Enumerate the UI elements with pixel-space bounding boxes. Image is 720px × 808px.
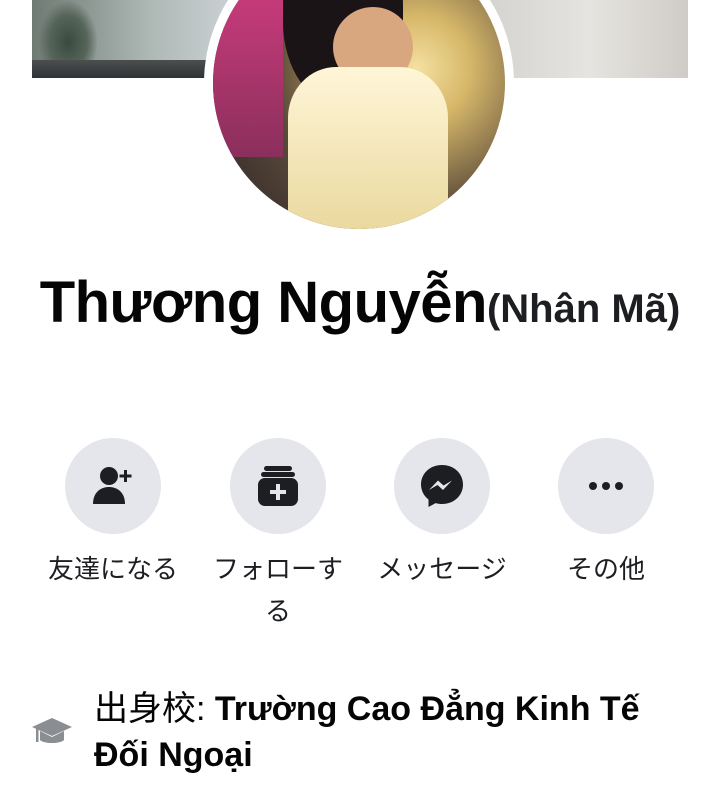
follow-circle[interactable] — [230, 438, 326, 534]
more-icon — [589, 482, 623, 490]
education-prefix: 出身校: — [94, 690, 206, 728]
profile-alternate-name: (Nhân Mã) — [486, 287, 681, 331]
message-circle[interactable] — [394, 438, 490, 534]
avatar-background — [213, 0, 283, 157]
profile-actions: 友達になる フォローする メッセージ その他 — [0, 438, 720, 638]
more-button[interactable]: その他 — [531, 438, 681, 590]
profile-name: Thương Nguyễn(Nhân Mã) — [0, 270, 720, 337]
add-friend-label: 友達になる — [47, 554, 178, 584]
add-friend-button[interactable]: 友達になる — [38, 438, 188, 590]
add-friend-icon — [93, 467, 132, 504]
more-label: その他 — [566, 554, 645, 584]
add-friend-circle[interactable] — [65, 438, 161, 534]
more-circle[interactable] — [558, 438, 654, 534]
cover-shore — [32, 60, 232, 78]
follow-button[interactable]: フォローする — [203, 438, 353, 632]
follow-label: フォローする — [212, 554, 343, 626]
profile-picture-frame[interactable] — [204, 0, 514, 238]
avatar-dress — [288, 67, 448, 229]
message-button[interactable]: メッセージ — [367, 438, 517, 590]
profile-name-main: Thương Nguyễn — [39, 270, 488, 335]
follow-icon — [258, 466, 298, 506]
profile-picture[interactable] — [213, 0, 505, 229]
graduation-cap-icon — [32, 718, 72, 743]
education-text: 出身校: Trường Cao Đẳng Kinh Tế Đối Ngoại — [94, 686, 684, 778]
message-label: メッセージ — [377, 554, 507, 584]
messenger-icon — [421, 465, 463, 507]
